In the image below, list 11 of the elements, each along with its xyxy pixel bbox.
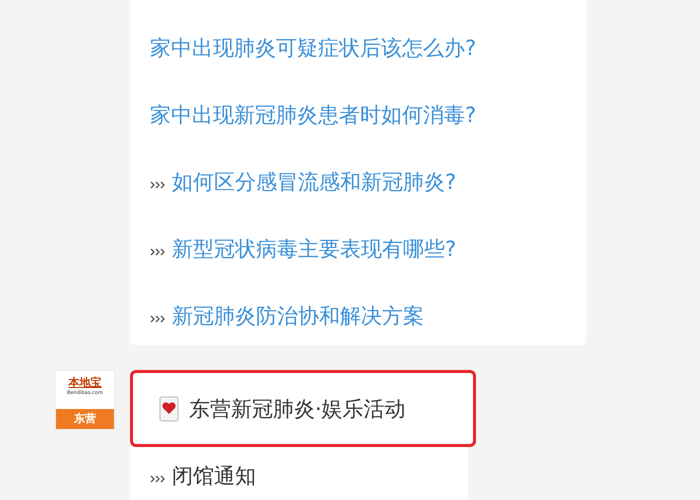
heart-card-icon: [159, 396, 179, 422]
logo-city: 东营: [56, 409, 114, 429]
article-link[interactable]: 家中出现肺炎可疑症状后该怎么办?: [150, 34, 476, 62]
article-link[interactable]: 新型冠状病毒主要表现有哪些?: [172, 234, 456, 262]
highlight-card[interactable]: 东营新冠肺炎·娱乐活动: [130, 370, 476, 447]
highlight-title: 东营新冠肺炎·娱乐活动: [189, 396, 406, 422]
article-link[interactable]: 家中出现新冠肺炎患者时如何消毒?: [150, 100, 476, 128]
article-link[interactable]: 新冠肺炎防治协和解决方案: [172, 302, 424, 330]
article-link[interactable]: 闭馆通知: [172, 462, 256, 490]
logo-text: 本地宝: [68, 377, 102, 389]
article-link[interactable]: 如何区分感冒流感和新冠肺炎?: [172, 168, 456, 196]
